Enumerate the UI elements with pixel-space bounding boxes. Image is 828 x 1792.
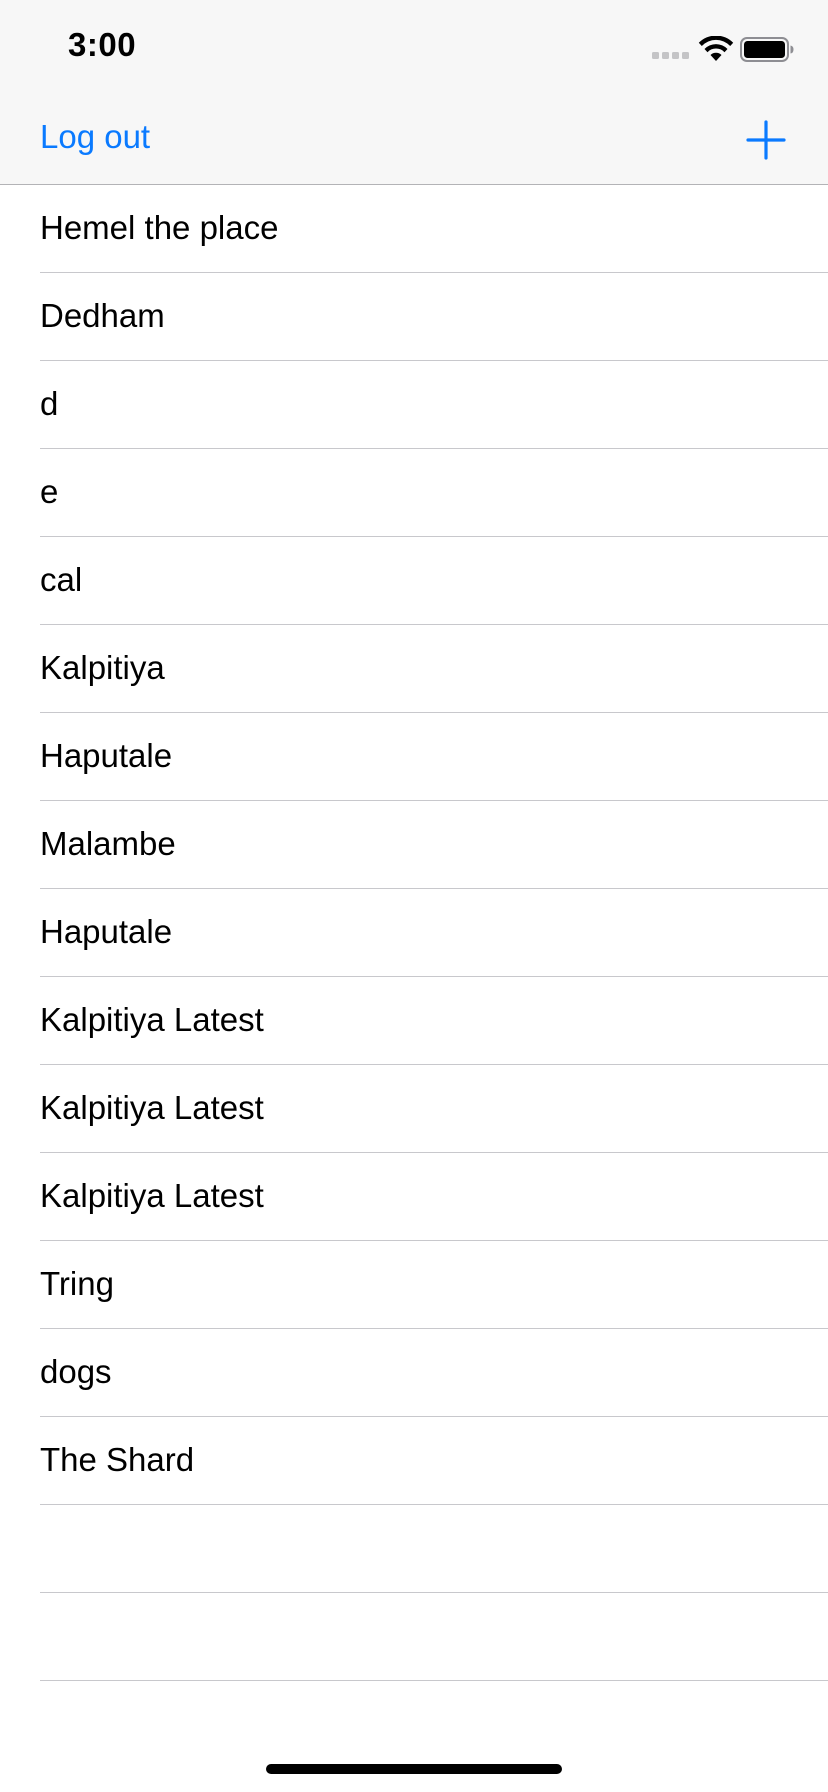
list-item-label: Kalpitiya Latest [40,1001,264,1038]
list-item[interactable]: Haputale [0,889,828,977]
list-item[interactable]: Haputale [0,713,828,801]
list-item[interactable]: dogs [0,1329,828,1417]
list-item[interactable]: Hemel the place [0,185,828,273]
list-item-label: Malambe [40,825,176,862]
cellular-signal-icon [652,52,689,59]
empty-row [0,1593,828,1681]
list-item-label: Kalpitiya [40,649,165,686]
wifi-icon [698,36,734,61]
places-list: Hemel the place Dedham d e cal Kalpitiya… [0,185,828,1681]
battery-icon [740,37,794,62]
logout-button[interactable]: Log out [40,118,150,156]
list-item[interactable]: Dedham [0,273,828,361]
plus-icon[interactable] [744,118,788,162]
screen: 3:00 Log out Hemel the place Dedham d e … [0,0,828,1792]
list-item-label: cal [40,561,83,598]
list-item[interactable]: Malambe [0,801,828,889]
status-time: 3:00 [68,26,137,63]
list-item-label: dogs [40,1353,112,1390]
home-indicator[interactable] [266,1764,562,1774]
list-item-label: Dedham [40,297,165,334]
list-item-label: d [40,385,59,422]
list-item[interactable]: cal [0,537,828,625]
list-item[interactable]: Tring [0,1241,828,1329]
list-item-label: e [40,473,59,510]
list-item-label: The Shard [40,1441,195,1478]
list-item[interactable]: e [0,449,828,537]
list-item[interactable]: The Shard [0,1417,828,1505]
top-bar: 3:00 Log out [0,0,828,185]
list-item[interactable]: Kalpitiya Latest [0,1065,828,1153]
empty-row [0,1505,828,1593]
list-item-label: Kalpitiya Latest [40,1089,264,1126]
list-item[interactable]: Kalpitiya Latest [0,977,828,1065]
list-item-label: Tring [40,1265,114,1302]
list-item-label: Hemel the place [40,209,279,246]
list-item[interactable]: Kalpitiya Latest [0,1153,828,1241]
list-item[interactable]: Kalpitiya [0,625,828,713]
list-item-label: Haputale [40,913,173,950]
list-item-label: Haputale [40,737,173,774]
list-item-label: Kalpitiya Latest [40,1177,264,1214]
list-item[interactable]: d [0,361,828,449]
